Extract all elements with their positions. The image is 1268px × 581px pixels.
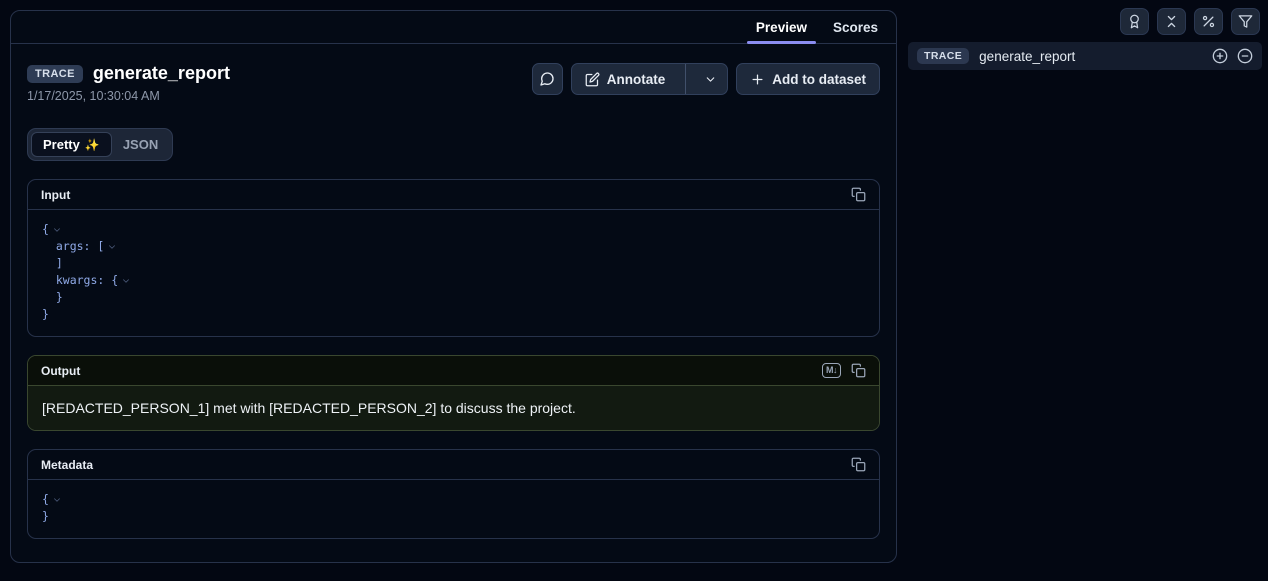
header-actions: Annotate Add to dataset	[532, 63, 880, 95]
percent-metrics-button[interactable]	[1194, 8, 1223, 35]
input-panel-label: Input	[41, 188, 70, 202]
add-to-dataset-button[interactable]: Add to dataset	[736, 63, 880, 95]
code-line: {	[42, 491, 49, 508]
collapse-minus-circle-icon[interactable]	[1237, 48, 1253, 64]
collapse-chevron-icon[interactable]	[52, 495, 62, 505]
json-label: JSON	[123, 137, 158, 152]
trace-preview-panel: Preview Scores TRACE generate_report 1/1…	[10, 10, 897, 563]
copy-icon[interactable]	[851, 457, 866, 472]
metadata-panel: Metadata { }	[27, 449, 880, 539]
annotate-pen-icon	[585, 72, 600, 87]
comment-icon	[539, 71, 555, 87]
trace-tree-row[interactable]: TRACE generate_report	[908, 42, 1262, 70]
trace-type-badge: TRACE	[27, 65, 83, 83]
copy-icon[interactable]	[851, 187, 866, 202]
output-text: [REDACTED_PERSON_1] met with [REDACTED_P…	[28, 386, 879, 430]
metadata-json-viewer: { }	[28, 480, 879, 538]
collapse-chevron-icon[interactable]	[52, 225, 62, 235]
copy-icon[interactable]	[851, 363, 866, 378]
input-json-viewer: { args: [ ] kwargs: { } }	[28, 210, 879, 336]
filter-button[interactable]	[1231, 8, 1260, 35]
chevron-down-icon	[704, 73, 717, 86]
active-tab-indicator	[747, 41, 816, 44]
preview-tabs: Preview Scores	[11, 11, 896, 44]
view-toggle-json[interactable]: JSON	[112, 133, 169, 156]
code-line: ]	[42, 255, 63, 272]
markdown-toggle-icon[interactable]: M↓	[822, 363, 841, 378]
filter-funnel-icon	[1238, 14, 1253, 29]
plus-icon	[750, 72, 765, 87]
code-line: kwargs: {	[42, 272, 118, 289]
output-panel-label: Output	[41, 364, 80, 378]
observation-header: TRACE generate_report 1/17/2025, 10:30:0…	[27, 63, 880, 103]
page-title: generate_report	[93, 63, 230, 84]
metadata-panel-label: Metadata	[41, 458, 93, 472]
metadata-panel-header: Metadata	[28, 450, 879, 480]
comment-button[interactable]	[532, 63, 563, 95]
annotate-dropdown-toggle[interactable]	[693, 64, 727, 94]
code-line: args: [	[42, 238, 104, 255]
code-line: }	[42, 508, 49, 525]
tab-scores[interactable]: Scores	[833, 11, 878, 44]
annotate-button-divider	[685, 64, 686, 94]
trace-timestamp: 1/17/2025, 10:30:04 AM	[27, 89, 230, 103]
trace-tree-row-label: generate_report	[979, 49, 1202, 64]
expand-plus-circle-icon[interactable]	[1212, 48, 1228, 64]
trace-type-badge: TRACE	[917, 48, 969, 64]
code-line: {	[42, 221, 49, 238]
collapse-chevron-icon[interactable]	[107, 242, 117, 252]
add-to-dataset-label: Add to dataset	[772, 72, 866, 87]
annotate-button-main[interactable]: Annotate	[572, 64, 679, 94]
observation-identity: TRACE generate_report 1/17/2025, 10:30:0…	[27, 63, 230, 103]
chevrons-down-up-icon	[1164, 14, 1179, 29]
output-panel: Output M↓ [REDACTED_PERSON_1] met with […	[27, 355, 880, 431]
view-toggle-pretty[interactable]: Pretty ✨	[31, 132, 112, 157]
award-icon	[1127, 14, 1142, 29]
code-line: }	[42, 306, 49, 323]
tab-scores-label: Scores	[833, 20, 878, 35]
collapse-chevron-icon[interactable]	[121, 276, 131, 286]
annotate-button-label: Annotate	[607, 72, 666, 87]
tab-preview[interactable]: Preview	[756, 11, 807, 44]
input-panel: Input { args: [ ] kwargs: { } }	[27, 179, 880, 337]
code-line: }	[42, 289, 63, 306]
view-mode-toggle: Pretty ✨ JSON	[27, 128, 173, 161]
percent-icon	[1201, 14, 1216, 29]
scores-award-button[interactable]	[1120, 8, 1149, 35]
tree-toolbar	[1120, 8, 1260, 35]
output-panel-header: Output M↓	[28, 356, 879, 386]
trace-content: TRACE generate_report 1/17/2025, 10:30:0…	[11, 63, 896, 539]
sparkles-icon: ✨	[85, 138, 100, 152]
input-panel-header: Input	[28, 180, 879, 210]
tab-preview-label: Preview	[756, 20, 807, 35]
collapse-all-button[interactable]	[1157, 8, 1186, 35]
pretty-label: Pretty	[43, 137, 80, 152]
annotate-button[interactable]: Annotate	[571, 63, 729, 95]
